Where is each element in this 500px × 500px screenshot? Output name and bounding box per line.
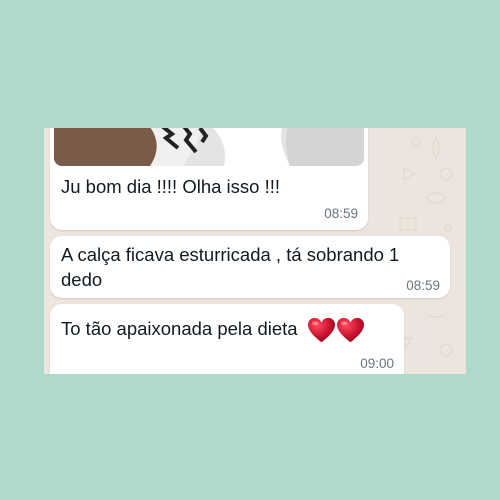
red-heart-icon bbox=[336, 317, 364, 342]
message-bubble[interactable]: To tão apaixonada pela dieta 09:00 bbox=[50, 304, 404, 374]
message-timestamp: 08:59 bbox=[324, 206, 358, 221]
message-timestamp: 08:59 bbox=[406, 278, 440, 293]
chat-panel: Ju bom dia !!!! Olha isso !!! 08:59 A ca… bbox=[44, 128, 466, 374]
red-heart-icon bbox=[307, 317, 335, 342]
message-bubble[interactable]: A calça ficava esturricada , tá sobrando… bbox=[50, 236, 450, 298]
message-bubble[interactable]: Ju bom dia !!!! Olha isso !!! 08:59 bbox=[50, 128, 368, 230]
message-text: A calça ficava esturricada , tá sobrando… bbox=[61, 244, 400, 290]
message-text: Ju bom dia !!!! Olha isso !!! bbox=[61, 176, 281, 197]
message-text: To tão apaixonada pela dieta bbox=[61, 318, 298, 339]
emoji-group bbox=[307, 317, 365, 344]
photo-thumbnail bbox=[54, 128, 364, 166]
message-timestamp: 09:00 bbox=[360, 356, 394, 371]
message-line: To tão apaixonada pela dieta bbox=[61, 316, 365, 344]
image-attachment[interactable] bbox=[54, 128, 364, 166]
